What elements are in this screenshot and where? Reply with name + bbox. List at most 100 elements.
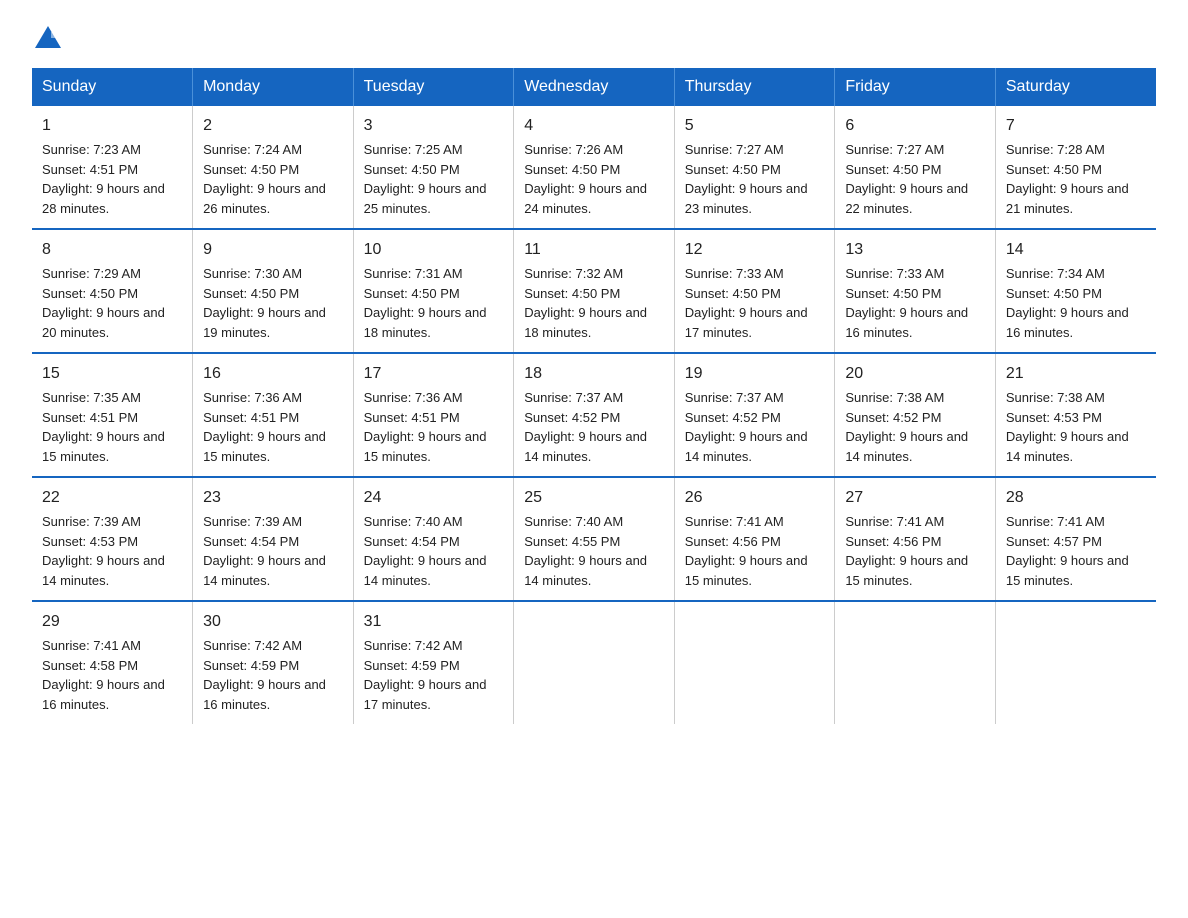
day-number: 27 bbox=[845, 486, 985, 510]
day-number: 22 bbox=[42, 486, 182, 510]
sunrise-info: Sunrise: 7:28 AM bbox=[1006, 142, 1105, 157]
calendar-cell: 28Sunrise: 7:41 AMSunset: 4:57 PMDayligh… bbox=[995, 477, 1156, 601]
sunset-info: Sunset: 4:54 PM bbox=[203, 534, 299, 549]
day-number: 23 bbox=[203, 486, 343, 510]
sunset-info: Sunset: 4:57 PM bbox=[1006, 534, 1102, 549]
day-number: 30 bbox=[203, 610, 343, 634]
sunrise-info: Sunrise: 7:40 AM bbox=[364, 514, 463, 529]
daylight-info: Daylight: 9 hours and 24 minutes. bbox=[524, 181, 647, 216]
calendar-cell: 20Sunrise: 7:38 AMSunset: 4:52 PMDayligh… bbox=[835, 353, 996, 477]
calendar-week-row: 22Sunrise: 7:39 AMSunset: 4:53 PMDayligh… bbox=[32, 477, 1156, 601]
daylight-info: Daylight: 9 hours and 23 minutes. bbox=[685, 181, 808, 216]
logo bbox=[32, 24, 64, 50]
daylight-info: Daylight: 9 hours and 14 minutes. bbox=[42, 553, 165, 588]
sunset-info: Sunset: 4:50 PM bbox=[685, 162, 781, 177]
daylight-info: Daylight: 9 hours and 14 minutes. bbox=[524, 429, 647, 464]
sunrise-info: Sunrise: 7:26 AM bbox=[524, 142, 623, 157]
day-number: 18 bbox=[524, 362, 664, 386]
daylight-info: Daylight: 9 hours and 16 minutes. bbox=[845, 305, 968, 340]
calendar-cell: 1 Sunrise: 7:23 AM Sunset: 4:51 PM Daylight… bbox=[32, 106, 193, 229]
calendar-cell: 25Sunrise: 7:40 AMSunset: 4:55 PMDayligh… bbox=[514, 477, 675, 601]
daylight-info: Daylight: 9 hours and 16 minutes. bbox=[203, 677, 326, 712]
day-number: 19 bbox=[685, 362, 825, 386]
day-number: 10 bbox=[364, 238, 504, 262]
sunset-info: Sunset: 4:52 PM bbox=[685, 410, 781, 425]
sunset-info: Sunset: 4:51 PM bbox=[42, 162, 138, 177]
daylight-info: Daylight: 9 hours and 14 minutes. bbox=[1006, 429, 1129, 464]
sunset-info: Sunset: 4:59 PM bbox=[203, 658, 299, 673]
sunset-info: Sunset: 4:50 PM bbox=[1006, 286, 1102, 301]
sunset-info: Sunset: 4:56 PM bbox=[845, 534, 941, 549]
day-number: 28 bbox=[1006, 486, 1146, 510]
calendar-week-row: 1 Sunrise: 7:23 AM Sunset: 4:51 PM Daylight… bbox=[32, 106, 1156, 229]
daylight-info: Daylight: 9 hours and 15 minutes. bbox=[1006, 553, 1129, 588]
calendar-table: SundayMondayTuesdayWednesdayThursdayFrid… bbox=[32, 68, 1156, 724]
day-header-friday: Friday bbox=[835, 68, 996, 106]
sunset-info: Sunset: 4:51 PM bbox=[203, 410, 299, 425]
daylight-info: Daylight: 9 hours and 19 minutes. bbox=[203, 305, 326, 340]
day-number: 6 bbox=[845, 114, 985, 138]
sunrise-info: Sunrise: 7:41 AM bbox=[845, 514, 944, 529]
calendar-cell: 19Sunrise: 7:37 AMSunset: 4:52 PMDayligh… bbox=[674, 353, 835, 477]
calendar-week-row: 8Sunrise: 7:29 AMSunset: 4:50 PMDaylight… bbox=[32, 229, 1156, 353]
day-header-wednesday: Wednesday bbox=[514, 68, 675, 106]
daylight-info: Daylight: 9 hours and 22 minutes. bbox=[845, 181, 968, 216]
sunrise-info: Sunrise: 7:39 AM bbox=[42, 514, 141, 529]
daylight-info: Daylight: 9 hours and 15 minutes. bbox=[685, 553, 808, 588]
sunset-info: Sunset: 4:53 PM bbox=[1006, 410, 1102, 425]
sunset-info: Sunset: 4:50 PM bbox=[42, 286, 138, 301]
calendar-cell: 5Sunrise: 7:27 AMSunset: 4:50 PMDaylight… bbox=[674, 106, 835, 229]
calendar-cell: 15Sunrise: 7:35 AMSunset: 4:51 PMDayligh… bbox=[32, 353, 193, 477]
daylight-info: Daylight: 9 hours and 21 minutes. bbox=[1006, 181, 1129, 216]
day-number: 29 bbox=[42, 610, 182, 634]
daylight-info: Daylight: 9 hours and 28 minutes. bbox=[42, 181, 165, 216]
sunset-info: Sunset: 4:59 PM bbox=[364, 658, 460, 673]
daylight-info: Daylight: 9 hours and 17 minutes. bbox=[685, 305, 808, 340]
calendar-cell: 22Sunrise: 7:39 AMSunset: 4:53 PMDayligh… bbox=[32, 477, 193, 601]
sunset-info: Sunset: 4:55 PM bbox=[524, 534, 620, 549]
sunset-info: Sunset: 4:50 PM bbox=[524, 286, 620, 301]
day-number: 9 bbox=[203, 238, 343, 262]
day-number: 24 bbox=[364, 486, 504, 510]
calendar-cell: 13Sunrise: 7:33 AMSunset: 4:50 PMDayligh… bbox=[835, 229, 996, 353]
sunrise-info: Sunrise: 7:23 AM bbox=[42, 142, 141, 157]
daylight-info: Daylight: 9 hours and 14 minutes. bbox=[203, 553, 326, 588]
daylight-info: Daylight: 9 hours and 26 minutes. bbox=[203, 181, 326, 216]
day-number: 1 bbox=[42, 114, 182, 138]
day-number: 7 bbox=[1006, 114, 1146, 138]
sunrise-info: Sunrise: 7:25 AM bbox=[364, 142, 463, 157]
sunset-info: Sunset: 4:50 PM bbox=[685, 286, 781, 301]
day-number: 26 bbox=[685, 486, 825, 510]
day-number: 20 bbox=[845, 362, 985, 386]
sunrise-info: Sunrise: 7:41 AM bbox=[42, 638, 141, 653]
sunset-info: Sunset: 4:50 PM bbox=[845, 162, 941, 177]
calendar-cell: 10Sunrise: 7:31 AMSunset: 4:50 PMDayligh… bbox=[353, 229, 514, 353]
daylight-info: Daylight: 9 hours and 17 minutes. bbox=[364, 677, 487, 712]
daylight-info: Daylight: 9 hours and 25 minutes. bbox=[364, 181, 487, 216]
day-number: 31 bbox=[364, 610, 504, 634]
day-number: 21 bbox=[1006, 362, 1146, 386]
calendar-cell bbox=[514, 601, 675, 724]
daylight-info: Daylight: 9 hours and 15 minutes. bbox=[845, 553, 968, 588]
calendar-week-row: 29Sunrise: 7:41 AMSunset: 4:58 PMDayligh… bbox=[32, 601, 1156, 724]
calendar-cell: 24Sunrise: 7:40 AMSunset: 4:54 PMDayligh… bbox=[353, 477, 514, 601]
sunset-info: Sunset: 4:50 PM bbox=[845, 286, 941, 301]
sunrise-info: Sunrise: 7:39 AM bbox=[203, 514, 302, 529]
daylight-info: Daylight: 9 hours and 18 minutes. bbox=[364, 305, 487, 340]
day-number: 5 bbox=[685, 114, 825, 138]
calendar-cell: 17Sunrise: 7:36 AMSunset: 4:51 PMDayligh… bbox=[353, 353, 514, 477]
sunrise-info: Sunrise: 7:41 AM bbox=[685, 514, 784, 529]
sunrise-info: Sunrise: 7:29 AM bbox=[42, 266, 141, 281]
logo-icon bbox=[34, 24, 62, 50]
calendar-week-row: 15Sunrise: 7:35 AMSunset: 4:51 PMDayligh… bbox=[32, 353, 1156, 477]
sunset-info: Sunset: 4:50 PM bbox=[364, 286, 460, 301]
daylight-info: Daylight: 9 hours and 15 minutes. bbox=[364, 429, 487, 464]
day-number: 13 bbox=[845, 238, 985, 262]
sunset-info: Sunset: 4:52 PM bbox=[845, 410, 941, 425]
daylight-info: Daylight: 9 hours and 15 minutes. bbox=[203, 429, 326, 464]
sunset-info: Sunset: 4:50 PM bbox=[364, 162, 460, 177]
calendar-cell: 6Sunrise: 7:27 AMSunset: 4:50 PMDaylight… bbox=[835, 106, 996, 229]
day-number: 25 bbox=[524, 486, 664, 510]
sunrise-info: Sunrise: 7:35 AM bbox=[42, 390, 141, 405]
daylight-info: Daylight: 9 hours and 20 minutes. bbox=[42, 305, 165, 340]
